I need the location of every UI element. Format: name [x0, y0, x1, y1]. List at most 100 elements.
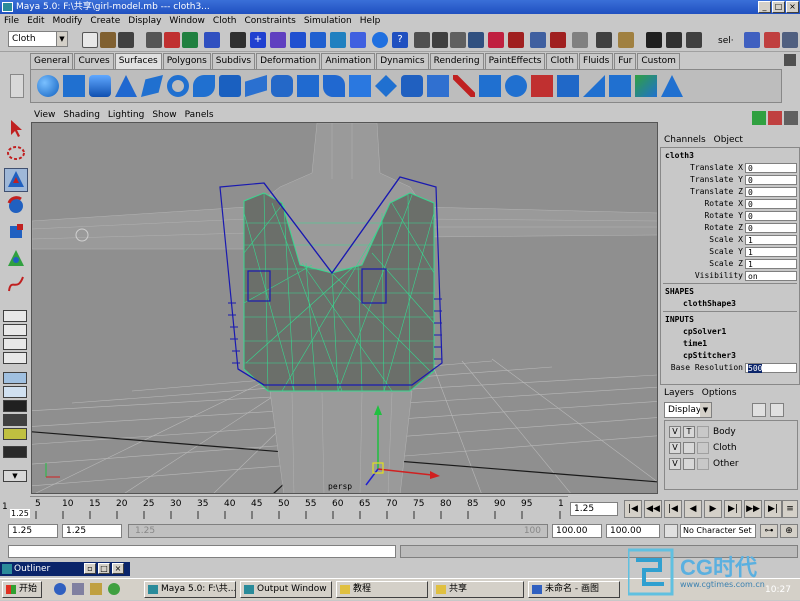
lock-icon[interactable]	[414, 32, 430, 48]
tool-settings-panel-icon[interactable]	[784, 111, 798, 125]
step-back-key-icon[interactable]: ◀◀	[644, 500, 662, 518]
layout-script-icon[interactable]	[3, 446, 27, 458]
channel-value[interactable]: 0	[745, 223, 797, 233]
animation-start-field[interactable]: 1.25	[8, 524, 58, 538]
tab-fluids[interactable]: Fluids	[579, 53, 614, 69]
nurbs-cylinder-icon[interactable]	[89, 75, 111, 97]
play-forward-icon[interactable]: ▶	[704, 500, 722, 518]
pick-mask-icon[interactable]	[204, 32, 220, 48]
step-back-frame-icon[interactable]: |◀	[664, 500, 682, 518]
birail-icon[interactable]	[297, 75, 319, 97]
panel-menu-shading[interactable]: Shading	[59, 108, 104, 122]
move-tool-icon[interactable]	[4, 168, 28, 192]
menu-edit[interactable]: Edit	[23, 14, 48, 28]
menu-help[interactable]: Help	[356, 14, 385, 28]
tab-animation[interactable]: Animation	[321, 53, 376, 69]
layout-persp-graph-icon[interactable]	[3, 386, 27, 398]
snap-point-icon[interactable]	[290, 32, 306, 48]
snap-view-icon[interactable]	[310, 32, 326, 48]
rotate-tool-icon[interactable]	[4, 194, 28, 218]
camera-icon[interactable]	[572, 32, 588, 48]
new-scene-icon[interactable]	[82, 32, 98, 48]
channel-box-icon[interactable]	[752, 111, 766, 125]
menu-set-dropdown[interactable]: Cloth ▼	[8, 31, 68, 47]
plus-icon[interactable]: +	[250, 32, 266, 48]
boundary-icon[interactable]	[323, 75, 345, 97]
channel-value[interactable]: 0	[745, 187, 797, 197]
sphere-icon[interactable]	[372, 32, 388, 48]
attach-icon[interactable]	[505, 75, 527, 97]
playback-end-field[interactable]: 100.00	[552, 524, 602, 538]
help-icon[interactable]: ?	[392, 32, 408, 48]
nurbs-cone-icon[interactable]	[115, 75, 137, 97]
grid-icon[interactable]	[468, 32, 484, 48]
trim-icon[interactable]	[453, 75, 475, 97]
channel-value[interactable]: 0	[745, 211, 797, 221]
square-icon[interactable]	[349, 75, 371, 97]
open-scene-icon[interactable]	[100, 32, 116, 48]
magnet-icon[interactable]	[550, 32, 566, 48]
outliner-restore-button[interactable]: ▫	[84, 563, 96, 574]
tab-polygons[interactable]: Polygons	[162, 53, 211, 69]
channel-value[interactable]: 0	[745, 163, 797, 173]
ipr-icon[interactable]	[450, 32, 466, 48]
menu-modify[interactable]: Modify	[49, 14, 87, 28]
tab-custom[interactable]: Custom	[637, 53, 680, 69]
task-output-window[interactable]: Output Window	[240, 581, 332, 598]
layer-visibility-toggle[interactable]: V	[669, 442, 681, 454]
channel-box-toggle-icon[interactable]	[744, 32, 760, 48]
select-tool-icon[interactable]	[4, 116, 28, 140]
tab-painteffects[interactable]: PaintEffects	[484, 53, 546, 69]
tab-dynamics[interactable]: Dynamics	[376, 53, 429, 69]
layer-visibility-toggle[interactable]: V	[669, 458, 681, 470]
range-slider[interactable]: 1.25 100	[128, 524, 548, 538]
channel-value[interactable]: 0	[745, 175, 797, 185]
input-node[interactable]: cpSolver1	[683, 326, 726, 338]
tab-deformation[interactable]: Deformation	[256, 53, 321, 69]
outliner-maximize-button[interactable]: □	[98, 563, 110, 574]
current-time-field[interactable]: 1.25	[570, 502, 618, 516]
revolve-icon[interactable]	[193, 75, 215, 97]
detach-icon[interactable]	[531, 75, 553, 97]
layer-row[interactable]: V T Body	[667, 425, 797, 439]
curve-icon[interactable]	[488, 32, 504, 48]
channel-value[interactable]: 1	[745, 235, 797, 245]
snap-curve-icon[interactable]	[270, 32, 286, 48]
select-object-icon[interactable]	[164, 32, 180, 48]
input-node[interactable]: time1	[683, 338, 707, 350]
render-frame-icon[interactable]	[646, 32, 662, 48]
media-icon[interactable]	[108, 583, 120, 595]
construction-history-icon[interactable]	[350, 32, 366, 48]
attribute-editor-panel-icon[interactable]	[768, 111, 782, 125]
playback-start-field[interactable]: 1.25	[62, 524, 122, 538]
history-icon[interactable]	[596, 32, 612, 48]
channel-value[interactable]: 0	[745, 199, 797, 209]
layer-row[interactable]: V Other	[667, 457, 797, 471]
layer-template-toggle[interactable]	[683, 442, 695, 454]
panel-menu-view[interactable]: View	[30, 108, 59, 122]
layout-custom-icon[interactable]	[3, 428, 27, 440]
shape-node[interactable]: clothShape3	[683, 298, 736, 310]
key-icon[interactable]: ⊶	[760, 524, 778, 538]
offset-icon[interactable]	[661, 75, 683, 97]
menu-display[interactable]: Display	[124, 14, 165, 28]
layer-row[interactable]: V Cloth	[667, 441, 797, 455]
snap-surface-icon[interactable]	[330, 32, 346, 48]
close-button[interactable]: ×	[786, 1, 799, 13]
manipulator-tool-icon[interactable]	[4, 246, 28, 270]
untrim-icon[interactable]	[479, 75, 501, 97]
layer-template-toggle[interactable]: T	[683, 426, 695, 438]
menu-cloth[interactable]: Cloth	[209, 14, 241, 28]
layout-hypershade-icon[interactable]	[3, 400, 27, 412]
attribute-editor-icon[interactable]	[764, 32, 780, 48]
layout-render-icon[interactable]	[3, 414, 27, 426]
outlook-icon[interactable]	[72, 583, 84, 595]
time-slider[interactable]: 1.25 5 10 15 20 25 30 35 40 45 50 55 60 …	[10, 496, 568, 520]
paint-icon[interactable]	[530, 32, 546, 48]
character-set-icon[interactable]	[664, 524, 678, 538]
ipr-render-icon[interactable]	[666, 32, 682, 48]
animation-prefs-icon[interactable]: ≡	[782, 500, 798, 518]
animation-end-field[interactable]: 100.00	[606, 524, 660, 538]
layout-two-icon[interactable]	[3, 338, 27, 350]
layer-color-swatch[interactable]	[697, 442, 709, 454]
